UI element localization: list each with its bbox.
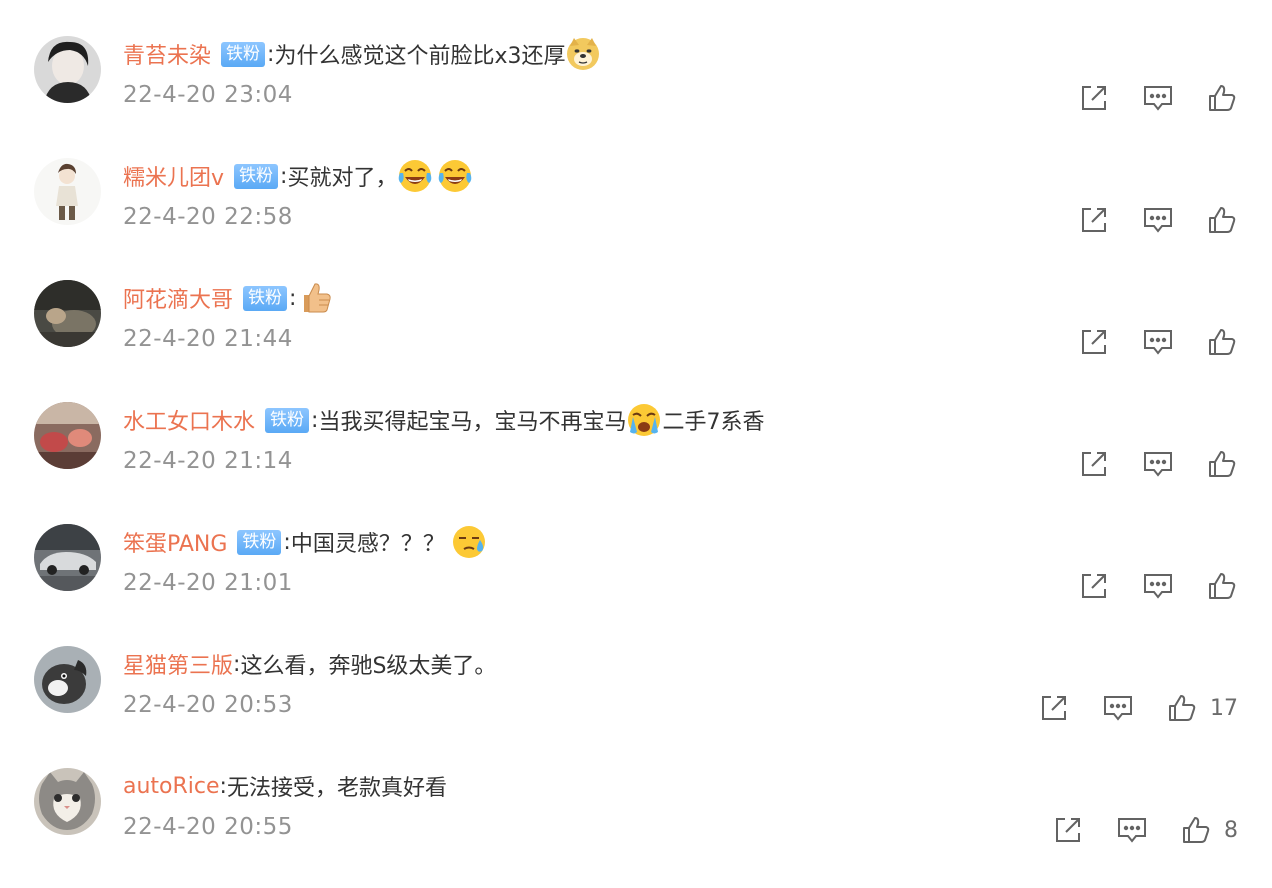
thumb-up-icon bbox=[1206, 448, 1238, 480]
fan-badge: 铁粉 bbox=[243, 285, 288, 311]
avatar[interactable] bbox=[34, 158, 101, 225]
share-button[interactable] bbox=[1078, 570, 1110, 602]
comment-icon bbox=[1116, 814, 1148, 846]
comment-icon bbox=[1142, 448, 1174, 480]
fan-badge: 铁粉 bbox=[234, 163, 279, 189]
comment-text-continued: 二手7系香 bbox=[662, 410, 765, 435]
comment-time: 22-4-20 21:44 bbox=[123, 326, 293, 352]
laugh-cry-icon bbox=[397, 158, 433, 194]
comment-list: 青苔未染 铁粉 : 为什么感觉这个前脸比x3还厚 22-4-20 23:04 糯… bbox=[0, 0, 1272, 868]
comment-actions bbox=[1078, 566, 1238, 606]
sweat-face-icon bbox=[451, 524, 487, 560]
avatar[interactable] bbox=[34, 524, 101, 591]
share-icon bbox=[1052, 814, 1084, 846]
like-button[interactable] bbox=[1206, 82, 1238, 114]
avatar[interactable] bbox=[34, 768, 101, 835]
share-button[interactable] bbox=[1038, 692, 1070, 724]
username[interactable]: 阿花滴大哥 bbox=[123, 282, 233, 314]
share-icon bbox=[1038, 692, 1070, 724]
like-button[interactable]: 17 bbox=[1166, 692, 1238, 724]
like-button[interactable] bbox=[1206, 204, 1238, 236]
fan-badge: 铁粉 bbox=[221, 41, 266, 67]
comment-item: autoRice : 无法接受，老款真好看 22-4-20 20:55 8 bbox=[0, 766, 1272, 888]
reply-button[interactable] bbox=[1142, 448, 1174, 480]
share-button[interactable] bbox=[1078, 82, 1110, 114]
laugh-cry-icon bbox=[437, 158, 473, 194]
comment-text: 中国灵感？？？ bbox=[290, 532, 445, 557]
comment-item: 水工女口木水 铁粉 : 当我买得起宝马，宝马不再宝马 二手7系香 22-4-20… bbox=[0, 400, 1272, 522]
fan-badge: 铁粉 bbox=[265, 407, 310, 433]
avatar[interactable] bbox=[34, 402, 101, 469]
username[interactable]: 青苔未染 bbox=[123, 38, 211, 70]
share-button[interactable] bbox=[1078, 326, 1110, 358]
like-count: 8 bbox=[1224, 817, 1238, 843]
username[interactable]: 笨蛋PANG bbox=[123, 526, 227, 558]
avatar[interactable] bbox=[34, 36, 101, 103]
comment-actions bbox=[1078, 200, 1238, 240]
like-button[interactable] bbox=[1206, 570, 1238, 602]
like-count: 17 bbox=[1210, 695, 1238, 721]
comment-actions bbox=[1078, 78, 1238, 118]
reply-button[interactable] bbox=[1102, 692, 1134, 724]
avatar[interactable] bbox=[34, 646, 101, 713]
comment-text: 这么看，奔驰S级太美了。 bbox=[240, 654, 497, 679]
comment-time: 22-4-20 20:55 bbox=[123, 814, 293, 840]
thumb-up-icon bbox=[1206, 570, 1238, 602]
fan-badge: 铁粉 bbox=[237, 529, 282, 555]
comment-text: 买就对了， bbox=[287, 166, 398, 191]
comment-time: 22-4-20 20:53 bbox=[123, 692, 293, 718]
reply-button[interactable] bbox=[1142, 204, 1174, 236]
comment-actions bbox=[1078, 322, 1238, 362]
comment-time: 22-4-20 21:01 bbox=[123, 570, 293, 596]
username[interactable]: autoRice bbox=[123, 774, 220, 799]
comment-time: 22-4-20 23:04 bbox=[123, 82, 293, 108]
comment-item: 糯米儿团v 铁粉 : 买就对了， 22-4-20 22:58 bbox=[0, 156, 1272, 278]
reply-button[interactable] bbox=[1142, 326, 1174, 358]
like-button[interactable] bbox=[1206, 448, 1238, 480]
reply-button[interactable] bbox=[1116, 814, 1148, 846]
thumb-up-icon bbox=[1206, 326, 1238, 358]
thumb-up-icon bbox=[1166, 692, 1198, 724]
comment-actions: 17 bbox=[1038, 688, 1238, 728]
username[interactable]: 星猫第三版 bbox=[123, 648, 233, 680]
comment-icon bbox=[1142, 82, 1174, 114]
share-icon bbox=[1078, 204, 1110, 236]
comment-text: 无法接受，老款真好看 bbox=[226, 776, 447, 801]
comment-icon bbox=[1102, 692, 1134, 724]
share-icon bbox=[1078, 448, 1110, 480]
comment-time: 22-4-20 22:58 bbox=[123, 204, 293, 230]
reply-button[interactable] bbox=[1142, 82, 1174, 114]
doge-icon bbox=[565, 36, 601, 72]
comment-item: 阿花滴大哥 铁粉 : 22-4-20 21:44 bbox=[0, 278, 1272, 400]
comment-text: 当我买得起宝马，宝马不再宝马 bbox=[318, 410, 627, 435]
comment-item: 星猫第三版 : 这么看，奔驰S级太美了。 22-4-20 20:53 17 bbox=[0, 644, 1272, 766]
thumb-up-icon bbox=[1206, 82, 1238, 114]
comment-icon bbox=[1142, 570, 1174, 602]
comment-actions bbox=[1078, 444, 1238, 484]
avatar[interactable] bbox=[34, 280, 101, 347]
share-icon bbox=[1078, 326, 1110, 358]
username[interactable]: 水工女口木水 bbox=[123, 404, 255, 436]
thumb-up-icon bbox=[1206, 204, 1238, 236]
thumb-up-icon bbox=[1180, 814, 1212, 846]
comment-time: 22-4-20 21:14 bbox=[123, 448, 293, 474]
comment-icon bbox=[1142, 204, 1174, 236]
share-button[interactable] bbox=[1078, 204, 1110, 236]
like-button[interactable]: 8 bbox=[1180, 814, 1238, 846]
like-button[interactable] bbox=[1206, 326, 1238, 358]
comment-icon bbox=[1142, 326, 1174, 358]
comment-item: 青苔未染 铁粉 : 为什么感觉这个前脸比x3还厚 22-4-20 23:04 bbox=[0, 34, 1272, 156]
share-button[interactable] bbox=[1078, 448, 1110, 480]
share-icon bbox=[1078, 570, 1110, 602]
username[interactable]: 糯米儿团v bbox=[123, 160, 224, 192]
comment-item: 笨蛋PANG 铁粉 : 中国灵感？？？ 22-4-20 21:01 bbox=[0, 522, 1272, 644]
comment-actions: 8 bbox=[1052, 810, 1238, 850]
comment-text: 为什么感觉这个前脸比x3还厚 bbox=[274, 44, 566, 69]
reply-button[interactable] bbox=[1142, 570, 1174, 602]
loudly-crying-icon bbox=[626, 402, 662, 438]
thumbs-up-icon bbox=[296, 280, 332, 316]
share-button[interactable] bbox=[1052, 814, 1084, 846]
share-icon bbox=[1078, 82, 1110, 114]
